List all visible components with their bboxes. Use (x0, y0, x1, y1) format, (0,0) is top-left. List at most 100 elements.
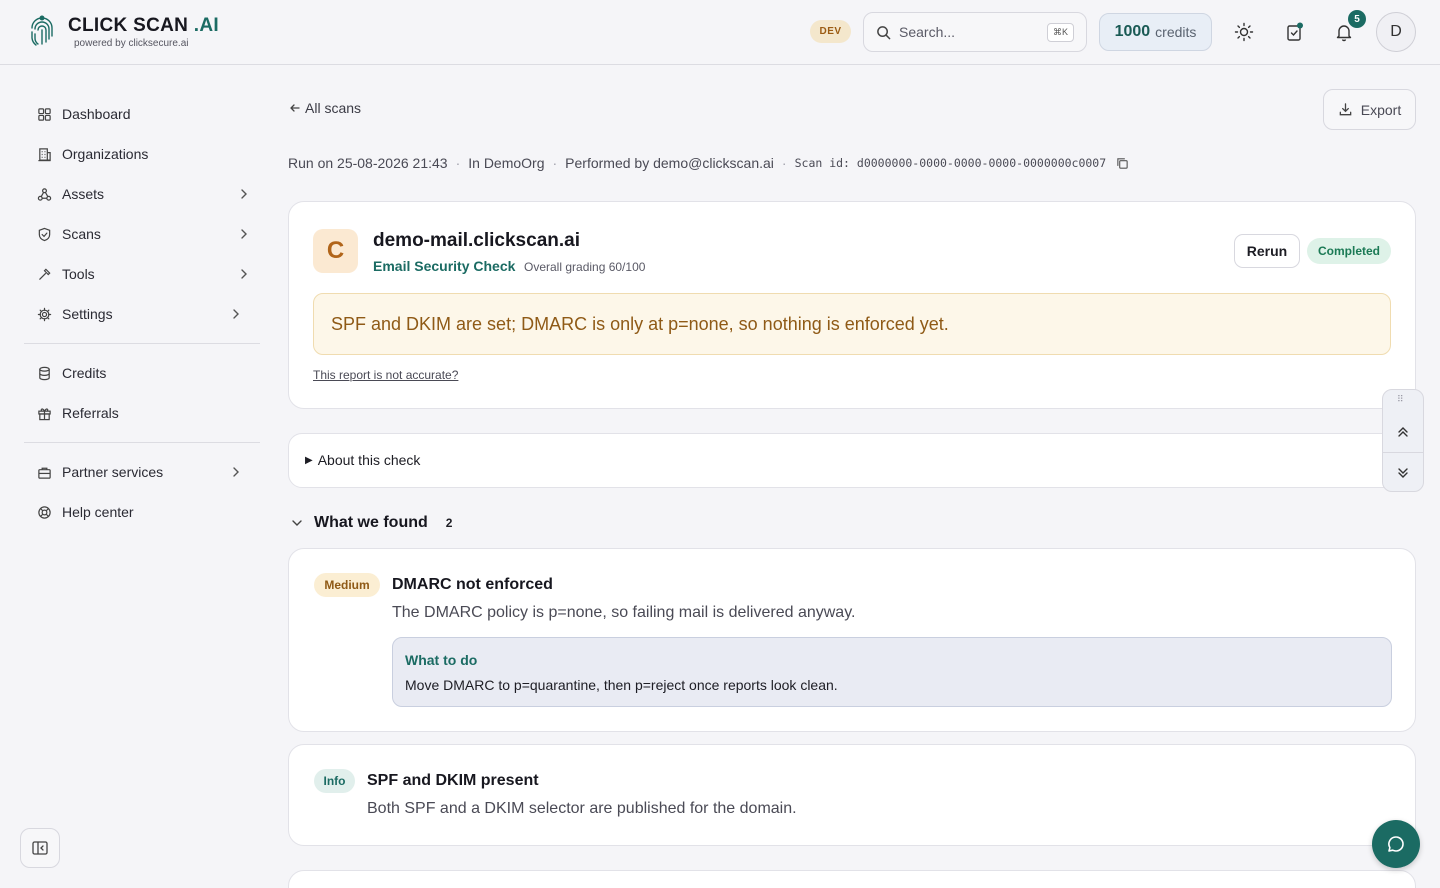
drag-handle-icon[interactable]: ⠿ (1397, 394, 1405, 405)
sidebar-item-label: Dashboard (62, 106, 131, 122)
brand-tagline: powered by clicksecure.ai (74, 38, 189, 49)
sidebar-item-dashboard[interactable]: Dashboard (24, 94, 260, 134)
fingerprint-logo-icon (31, 15, 53, 46)
environment-badge: DEV (810, 20, 851, 43)
back-link-label: All scans (305, 100, 362, 116)
findings-section-header[interactable]: What we found 2 (290, 514, 452, 532)
download-icon (1339, 103, 1352, 116)
chevron-right-icon (241, 229, 247, 239)
about-check-disclosure[interactable]: ▶ About this check (288, 433, 1416, 488)
sidebar-item-label: Referrals (62, 405, 119, 421)
finding-description: The DMARC policy is p=none, so failing m… (392, 604, 856, 621)
hammer-icon (36, 266, 52, 282)
finding-title: SPF and DKIM present (367, 772, 539, 789)
tasks-clipboard-icon[interactable] (1282, 20, 1306, 44)
user-avatar[interactable]: D (1376, 12, 1416, 52)
remediation-box: What to do Move DMARC to p=quarantine, t… (392, 637, 1392, 707)
collapse-sidebar-button[interactable] (20, 828, 60, 868)
search-shortcut-hint: ⌘K (1046, 22, 1074, 42)
sidebar-item-label: Assets (62, 186, 105, 202)
credits-value: 1000 (1114, 23, 1151, 40)
back-to-scans-link[interactable]: All scans (288, 100, 361, 116)
chevron-right-icon (233, 309, 239, 319)
credits-label: credits (1155, 24, 1197, 40)
chevron-right-icon (241, 269, 247, 279)
sidebar-item-partner-services[interactable]: Partner services (24, 452, 260, 492)
separator-dot: · (781, 155, 787, 171)
separator-dot: · (455, 155, 461, 171)
performed-by: Performed by demo@clickscan.ai (565, 155, 774, 171)
findings-count: 2 (445, 516, 453, 530)
severity-badge: Medium (314, 573, 380, 597)
sidebar-item-label: Credits (62, 365, 107, 381)
finding-card: Medium DMARC not enforced The DMARC poli… (288, 548, 1416, 732)
finding-title: DMARC not enforced (392, 576, 553, 593)
separator-dot: · (552, 155, 558, 171)
lifebuoy-icon (36, 504, 52, 520)
theme-toggle-sun-icon[interactable] (1232, 20, 1256, 44)
export-button[interactable]: Export (1323, 89, 1416, 130)
sidebar-item-label: Partner services (62, 464, 164, 480)
scanned-domain: demo-mail.clickscan.ai (373, 230, 580, 251)
findings-title: What we found (314, 514, 428, 531)
sidebar-item-credits[interactable]: Credits (24, 353, 260, 393)
remediation-heading: What to do (405, 652, 478, 668)
logo[interactable]: CLICK SCAN .AI powered by clicksecure.ai (28, 14, 219, 50)
shield-icon (36, 226, 52, 242)
scroll-to-top-button[interactable] (1383, 412, 1423, 452)
disclosure-triangle-icon: ▶ (305, 454, 313, 466)
sidebar-nav: Dashboard Organizations Assets Scans Too… (24, 94, 260, 532)
report-inaccurate-link[interactable]: This report is not accurate? (313, 368, 458, 382)
severity-badge: Info (314, 769, 355, 793)
chevrons-up-icon (1398, 427, 1408, 437)
search-input[interactable]: Search... (899, 24, 1047, 40)
organization-name: In DemoOrg (468, 155, 545, 171)
sidebar-item-scans[interactable]: Scans (24, 214, 260, 254)
scroll-controls: ⠿ (1382, 389, 1424, 492)
top-header: CLICK SCAN .AI powered by clicksecure.ai… (0, 0, 1440, 65)
export-label: Export (1360, 101, 1402, 118)
remediation-text: Move DMARC to p=quarantine, then p=rejec… (405, 677, 838, 693)
sidebar-item-assets[interactable]: Assets (24, 174, 260, 214)
sidebar-item-tools[interactable]: Tools (24, 254, 260, 294)
chat-support-button[interactable] (1372, 820, 1420, 868)
gift-icon (36, 405, 52, 421)
rerun-button[interactable]: Rerun (1234, 234, 1300, 268)
sidebar-item-settings[interactable]: Settings (24, 294, 260, 334)
credits-button[interactable]: 1000 credits (1099, 13, 1212, 51)
copy-icon[interactable] (1116, 157, 1129, 170)
about-check-label: About this check (317, 452, 421, 468)
network-icon (36, 186, 52, 202)
chevron-down-icon (292, 520, 302, 526)
scroll-to-bottom-button[interactable] (1383, 453, 1423, 493)
briefcase-icon (36, 464, 52, 480)
sidebar-item-organizations[interactable]: Organizations (24, 134, 260, 174)
sidebar-item-referrals[interactable]: Referrals (24, 393, 260, 433)
search-box[interactable]: Search... ⌘K (863, 12, 1087, 52)
sidebar-divider (24, 343, 260, 344)
finding-description: Both SPF and a DKIM selector are publish… (367, 800, 797, 817)
sidebar-item-help-center[interactable]: Help center (24, 492, 260, 532)
gear-icon (36, 306, 52, 322)
check-name: Email Security Check (373, 258, 516, 274)
brand-name: CLICK SCAN .AI (68, 15, 219, 36)
next-card-partial (288, 870, 1416, 888)
sidebar-item-label: Settings (62, 306, 113, 322)
search-icon (877, 25, 891, 39)
sidebar-item-label: Scans (62, 226, 101, 242)
notification-count-badge: 5 (1348, 10, 1366, 28)
sidebar-collapse-icon (32, 841, 48, 855)
grade-badge: C (313, 229, 358, 273)
sidebar-item-label: Help center (62, 504, 134, 520)
chat-bubble-icon (1388, 836, 1404, 852)
finding-card: Info SPF and DKIM present Both SPF and a… (288, 744, 1416, 846)
grid-icon (36, 106, 52, 122)
overall-grading: Overall grading 60/100 (524, 260, 646, 274)
building-icon (36, 146, 52, 162)
sidebar-divider (24, 442, 260, 443)
sidebar-item-label: Tools (62, 266, 95, 282)
chevrons-down-icon (1398, 468, 1408, 478)
chevron-right-icon (233, 467, 239, 477)
database-icon (36, 365, 52, 381)
scan-meta-row: Run on 25-08-2026 21:43 · In DemoOrg · P… (288, 155, 1129, 171)
